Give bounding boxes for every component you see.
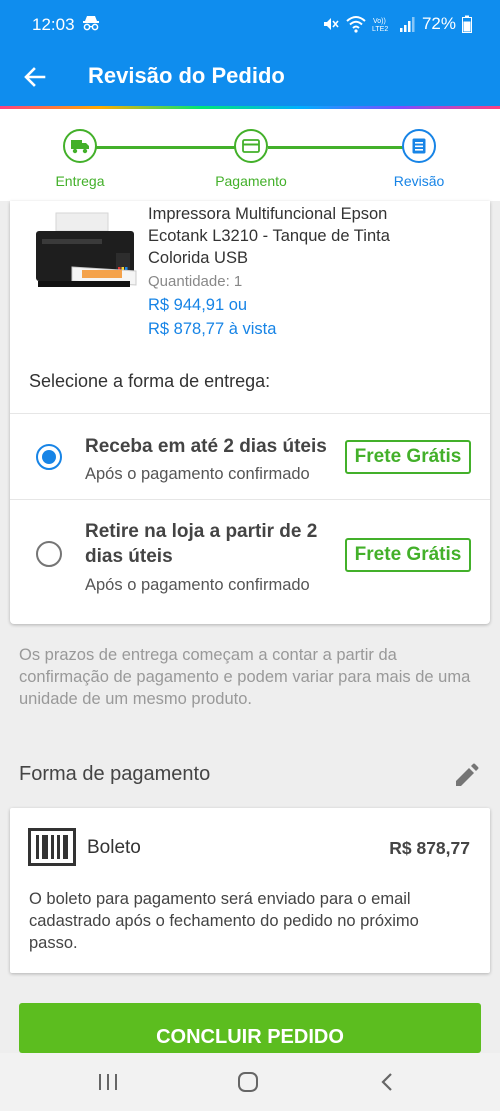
product-image — [36, 212, 137, 287]
system-nav-bar — [0, 1053, 500, 1111]
delivery-notice: Os prazos de entrega começam a contar a … — [19, 646, 471, 708]
step-label: Entrega — [55, 173, 105, 189]
card-icon — [242, 139, 260, 153]
page-title: Revisão do Pedido — [88, 63, 285, 88]
wifi-icon — [346, 16, 366, 33]
svg-text:Vo)): Vo)) — [373, 18, 386, 25]
checkout-stepper: Entrega Pagamento Revisão — [0, 109, 500, 201]
pencil-icon[interactable] — [452, 762, 480, 790]
arrow-left-icon[interactable] — [20, 62, 50, 92]
barcode-icon — [28, 828, 76, 866]
free-shipping-badge: Frete Grátis — [345, 440, 471, 474]
step-circle — [234, 129, 268, 163]
delivery-option-subtitle: Após o pagamento confirmado — [85, 576, 310, 594]
product-quantity: Quantidade: 1 — [148, 273, 243, 290]
status-bar: 12:03 Vo)) LTE2 72% — [0, 0, 500, 50]
payment-section-title: Forma de pagamento — [19, 763, 211, 785]
signal-icon — [399, 17, 415, 32]
mute-icon — [323, 18, 339, 30]
document-icon — [412, 138, 426, 154]
radio-button-checked[interactable] — [36, 444, 62, 470]
status-time: 12:03 — [32, 15, 75, 34]
order-card: Impressora Multifuncional Epson Ecotank … — [10, 201, 490, 624]
delivery-option-store-pickup[interactable]: Retire na loja a partir de 2 dias úteis … — [10, 499, 490, 609]
step-entrega[interactable]: Entrega — [30, 129, 130, 189]
status-icons: Vo)) LTE2 72% — [322, 14, 472, 34]
product-price: R$ 944,91 ou — [148, 296, 248, 314]
back-nav-icon[interactable] — [376, 1070, 400, 1094]
payment-description: O boleto para pagamento será enviado par… — [29, 890, 419, 952]
delivery-option-title: Receba em até 2 dias úteis — [85, 436, 327, 457]
radio-button[interactable] — [36, 541, 62, 567]
app-bar: Revisão do Pedido — [0, 50, 500, 106]
battery-icon — [462, 15, 472, 33]
step-label: Pagamento — [215, 173, 287, 189]
delivery-option-title: Retire na loja a partir de 2 dias úteis — [85, 521, 318, 567]
step-circle — [402, 129, 436, 163]
home-icon[interactable] — [236, 1070, 260, 1094]
step-label: Revisão — [393, 173, 445, 189]
recent-apps-icon[interactable] — [96, 1070, 120, 1094]
step-revisao[interactable]: Revisão — [369, 129, 469, 189]
product-price-cash: R$ 878,77 à vista — [148, 320, 277, 338]
battery-percent: 72% — [421, 14, 456, 33]
payment-card: Boleto R$ 878,77 O boleto para pagamento… — [10, 808, 490, 973]
payment-amount: R$ 878,77 — [389, 838, 470, 858]
volte-icon: Vo)) LTE2 — [372, 18, 388, 33]
free-shipping-badge: Frete Grátis — [345, 538, 471, 572]
step-circle — [63, 129, 97, 163]
delivery-option-subtitle: Após o pagamento confirmado — [85, 465, 310, 483]
conclude-order-button[interactable]: CONCLUIR PEDIDO — [19, 1003, 481, 1053]
step-pagamento[interactable]: Pagamento — [201, 129, 301, 189]
product-name: Impressora Multifuncional Epson Ecotank … — [148, 205, 390, 267]
top-bar: 12:03 Vo)) LTE2 72% Revisão do Pedido — [0, 0, 500, 109]
delivery-section-title: Selecione a forma de entrega: — [29, 371, 271, 391]
payment-method: Boleto — [87, 837, 141, 858]
incognito-icon — [83, 16, 99, 31]
delivery-option-home[interactable]: Receba em até 2 dias úteis Após o pagame… — [10, 413, 490, 499]
truck-icon — [71, 140, 89, 154]
svg-text:LTE2: LTE2 — [372, 26, 388, 33]
